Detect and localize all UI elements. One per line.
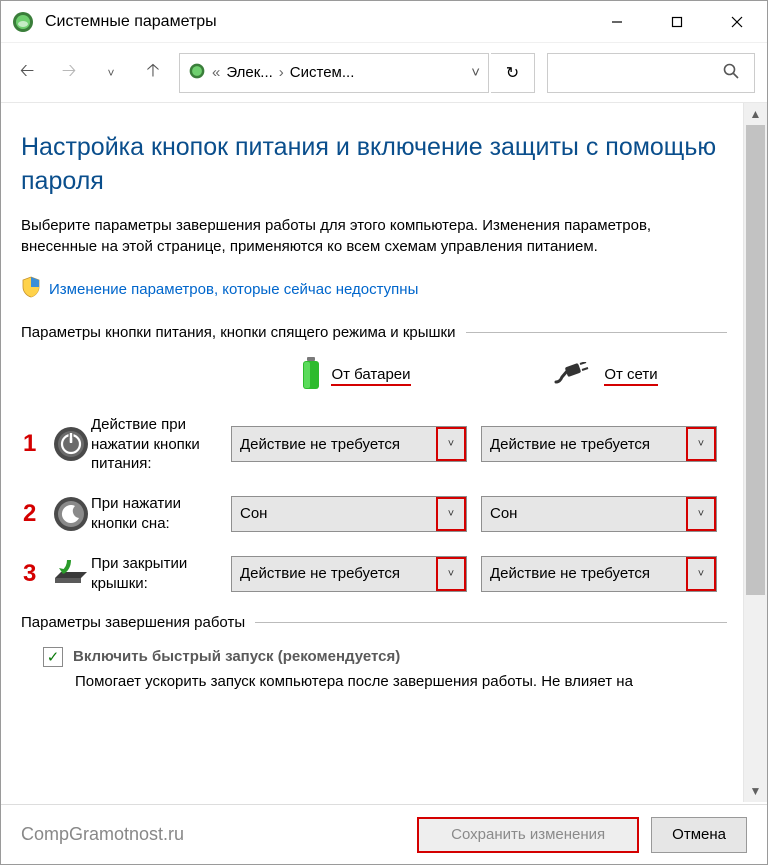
section-shutdown: Параметры завершения работы xyxy=(21,614,727,631)
forward-button[interactable]: 🡢 xyxy=(49,53,89,93)
cancel-button-label: Отмена xyxy=(672,826,726,843)
divider xyxy=(466,332,727,333)
column-battery-label: От батареи xyxy=(331,366,410,386)
chevron-down-icon: ˅ xyxy=(436,427,466,461)
select-value: Сон xyxy=(240,505,267,522)
annotation-number: 2 xyxy=(21,500,51,528)
column-plugged-label: От сети xyxy=(604,366,657,386)
columns-header: От батареи От сети xyxy=(21,357,727,395)
section-power-buttons-label: Параметры кнопки питания, кнопки спящего… xyxy=(21,324,456,341)
fast-startup-label: Включить быстрый запуск (рекомендуется) xyxy=(73,648,400,665)
cancel-button[interactable]: Отмена xyxy=(651,817,747,853)
chevron-right-icon[interactable]: › xyxy=(279,64,284,81)
address-dropdown[interactable]: ˅ xyxy=(471,64,480,81)
scroll-thumb[interactable] xyxy=(746,125,765,595)
vertical-scrollbar[interactable]: ▲ ▼ xyxy=(743,103,767,802)
lid-close-icon xyxy=(51,554,91,594)
power-button-plugged-select[interactable]: Действие не требуется ˅ xyxy=(481,426,717,462)
select-value: Действие не требуется xyxy=(490,565,650,582)
row-sleep-button: 2 При нажатии кнопки сна: Сон ˅ Сон ˅ xyxy=(21,494,727,534)
content-area: Настройка кнопок питания и включение защ… xyxy=(1,103,743,802)
window-controls xyxy=(587,2,767,42)
power-button-battery-select[interactable]: Действие не требуется ˅ xyxy=(231,426,467,462)
chevron-down-icon: ˅ xyxy=(686,427,716,461)
uac-link-row: Изменение параметров, которые сейчас нед… xyxy=(21,276,727,302)
fast-startup-checkbox[interactable]: ✓ xyxy=(43,647,63,667)
row-lid-close-label: При закрытии крышки: xyxy=(91,554,231,593)
save-button-label: Сохранить изменения xyxy=(451,826,605,843)
minimize-button[interactable] xyxy=(587,2,647,42)
row-power-button: 1 Действие при нажатии кнопки питания: Д… xyxy=(21,415,727,474)
up-button[interactable]: 🡡 xyxy=(133,53,173,93)
lid-close-plugged-select[interactable]: Действие не требуется ˅ xyxy=(481,556,717,592)
navbar: 🡠 🡢 ˅ 🡡 « Элек... › Систем... ˅ ↻ xyxy=(1,43,767,103)
back-button[interactable]: 🡠 xyxy=(7,53,47,93)
chevron-down-icon: ˅ xyxy=(436,497,466,531)
plug-icon xyxy=(554,362,594,390)
shield-icon xyxy=(21,276,41,302)
titlebar: Системные параметры xyxy=(1,1,767,43)
annotation-number: 3 xyxy=(21,560,51,588)
chevron-down-icon: ˅ xyxy=(686,497,716,531)
close-button[interactable] xyxy=(707,2,767,42)
select-value: Действие не требуется xyxy=(240,565,400,582)
maximize-button[interactable] xyxy=(647,2,707,42)
save-button[interactable]: Сохранить изменения xyxy=(417,817,639,853)
page-title: Настройка кнопок питания и включение защ… xyxy=(21,131,727,199)
scroll-up-arrow[interactable]: ▲ xyxy=(744,103,767,125)
row-power-button-label: Действие при нажатии кнопки питания: xyxy=(91,415,231,474)
chevron-down-icon: ˅ xyxy=(686,557,716,591)
section-power-buttons: Параметры кнопки питания, кнопки спящего… xyxy=(21,324,727,341)
app-icon xyxy=(11,10,35,34)
search-input[interactable] xyxy=(547,53,755,93)
sleep-button-battery-select[interactable]: Сон ˅ xyxy=(231,496,467,532)
recent-dropdown[interactable]: ˅ xyxy=(91,53,131,93)
battery-icon xyxy=(301,357,321,395)
power-button-icon xyxy=(51,424,91,464)
select-value: Действие не требуется xyxy=(240,436,400,453)
select-value: Действие не требуется xyxy=(490,436,650,453)
window-title: Системные параметры xyxy=(45,13,217,31)
chevron-down-icon: ˅ xyxy=(436,557,466,591)
sleep-button-plugged-select[interactable]: Сон ˅ xyxy=(481,496,717,532)
footer: CompGramotnost.ru Сохранить изменения От… xyxy=(1,804,767,864)
section-shutdown-label: Параметры завершения работы xyxy=(21,614,245,631)
sleep-button-icon xyxy=(51,494,91,534)
annotation-number: 1 xyxy=(21,430,51,458)
address-bar[interactable]: « Элек... › Систем... ˅ xyxy=(179,53,489,93)
watermark: CompGramotnost.ru xyxy=(21,824,184,845)
refresh-button[interactable]: ↻ xyxy=(491,53,535,93)
lid-close-battery-select[interactable]: Действие не требуется ˅ xyxy=(231,556,467,592)
breadcrumb-seg2[interactable]: Систем... xyxy=(290,64,355,81)
breadcrumb-sep: « xyxy=(212,64,220,81)
scroll-down-arrow[interactable]: ▼ xyxy=(744,780,767,802)
select-value: Сон xyxy=(490,505,517,522)
breadcrumb-seg1[interactable]: Элек... xyxy=(226,64,272,81)
fast-startup-row: ✓ Включить быстрый запуск (рекомендуется… xyxy=(43,647,727,667)
divider xyxy=(255,622,727,623)
search-icon xyxy=(722,62,740,84)
row-lid-close: 3 При закрытии крышки: Действие не требу… xyxy=(21,554,727,594)
page-description: Выберите параметры завершения работы для… xyxy=(21,215,727,259)
folder-icon xyxy=(188,62,206,84)
fast-startup-desc: Помогает ускорить запуск компьютера посл… xyxy=(75,673,727,690)
uac-change-link[interactable]: Изменение параметров, которые сейчас нед… xyxy=(49,281,418,298)
row-sleep-button-label: При нажатии кнопки сна: xyxy=(91,494,231,533)
